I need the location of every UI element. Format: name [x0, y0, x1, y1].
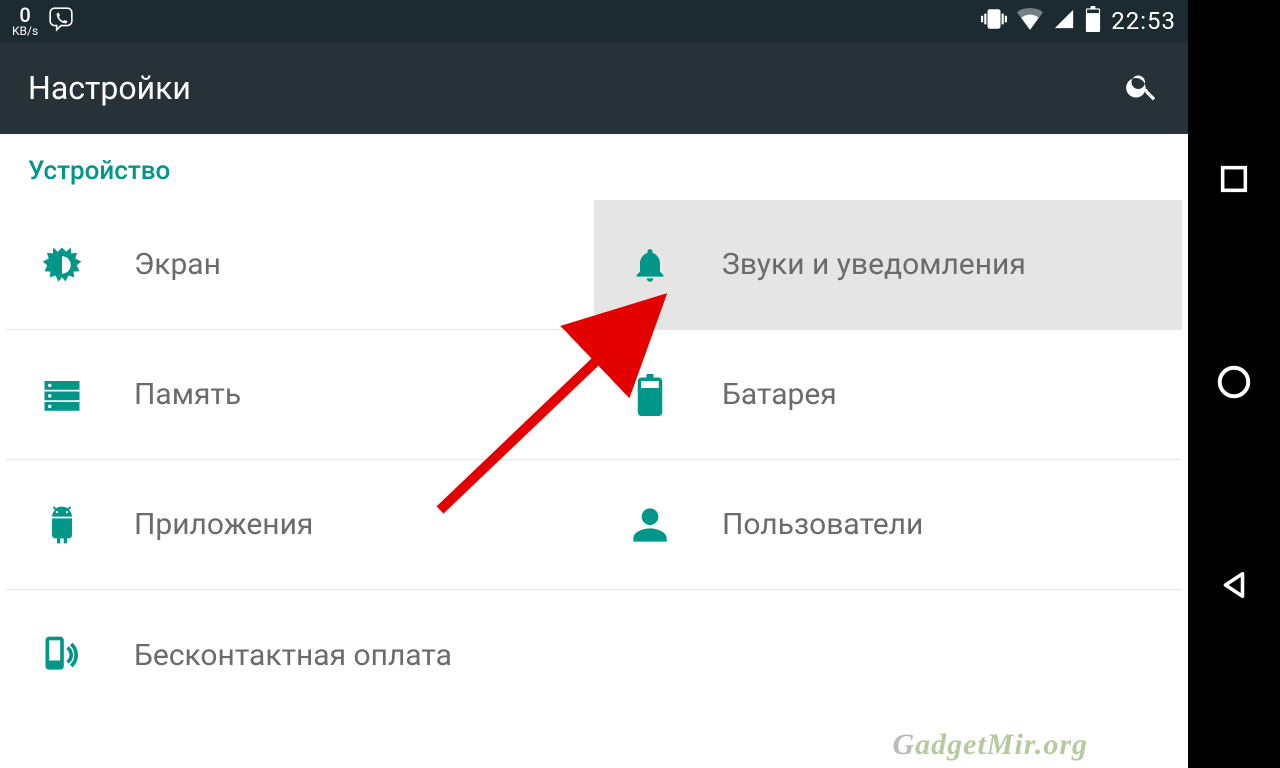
- settings-label: Пользователи: [722, 507, 923, 542]
- battery-icon: [1085, 6, 1101, 36]
- speed-unit: KB/s: [12, 25, 38, 37]
- settings-label: Бесконтактная оплата: [134, 638, 452, 673]
- settings-grid: Экран Звуки и уведомления Память Батарея: [0, 200, 1188, 720]
- storage-icon: [38, 371, 86, 419]
- settings-item-nfc[interactable]: Бесконтактная оплата: [6, 590, 594, 720]
- settings-item-storage[interactable]: Память: [6, 330, 594, 460]
- square-icon: [1217, 162, 1251, 200]
- section-header-device: Устройство: [0, 134, 1188, 200]
- nav-recents-button[interactable]: [1210, 157, 1258, 205]
- brightness-icon: [38, 241, 86, 289]
- bell-icon: [626, 241, 674, 289]
- settings-item-battery[interactable]: Батарея: [594, 330, 1182, 460]
- tap-and-pay-icon: [38, 631, 86, 679]
- battery-menu-icon: [626, 371, 674, 419]
- settings-item-sound[interactable]: Звуки и уведомления: [594, 200, 1182, 330]
- page-title: Настройки: [28, 69, 191, 107]
- network-speed-indicator: 0 KB/s: [12, 5, 38, 37]
- settings-label: Экран: [134, 247, 221, 282]
- system-nav-bar: [1188, 0, 1280, 768]
- nav-back-button[interactable]: [1210, 563, 1258, 611]
- settings-label: Батарея: [722, 377, 837, 412]
- speed-value: 0: [12, 5, 38, 25]
- back-triangle-icon: [1217, 568, 1251, 606]
- settings-label: Приложения: [134, 507, 313, 542]
- android-icon: [38, 501, 86, 549]
- settings-label: Звуки и уведомления: [722, 247, 1026, 282]
- person-icon: [626, 501, 674, 549]
- status-bar: 0 KB/s 22:53: [0, 0, 1188, 42]
- wifi-icon: [1017, 8, 1043, 34]
- screen-content: 0 KB/s 22:53: [0, 0, 1188, 768]
- settings-item-apps[interactable]: Приложения: [6, 460, 594, 590]
- nav-home-button[interactable]: [1210, 360, 1258, 408]
- settings-item-display[interactable]: Экран: [6, 200, 594, 330]
- app-bar: Настройки: [0, 42, 1188, 134]
- settings-label: Память: [134, 377, 241, 412]
- search-icon: [1124, 89, 1160, 108]
- vibrate-icon: [981, 6, 1007, 36]
- viber-icon: [48, 6, 74, 36]
- search-button[interactable]: [1124, 68, 1160, 108]
- circle-icon: [1215, 363, 1253, 405]
- settings-item-users[interactable]: Пользователи: [594, 460, 1182, 590]
- clock: 22:53: [1111, 7, 1176, 35]
- cell-signal-icon: [1053, 8, 1075, 34]
- watermark: GadgetMir.org: [892, 728, 1088, 762]
